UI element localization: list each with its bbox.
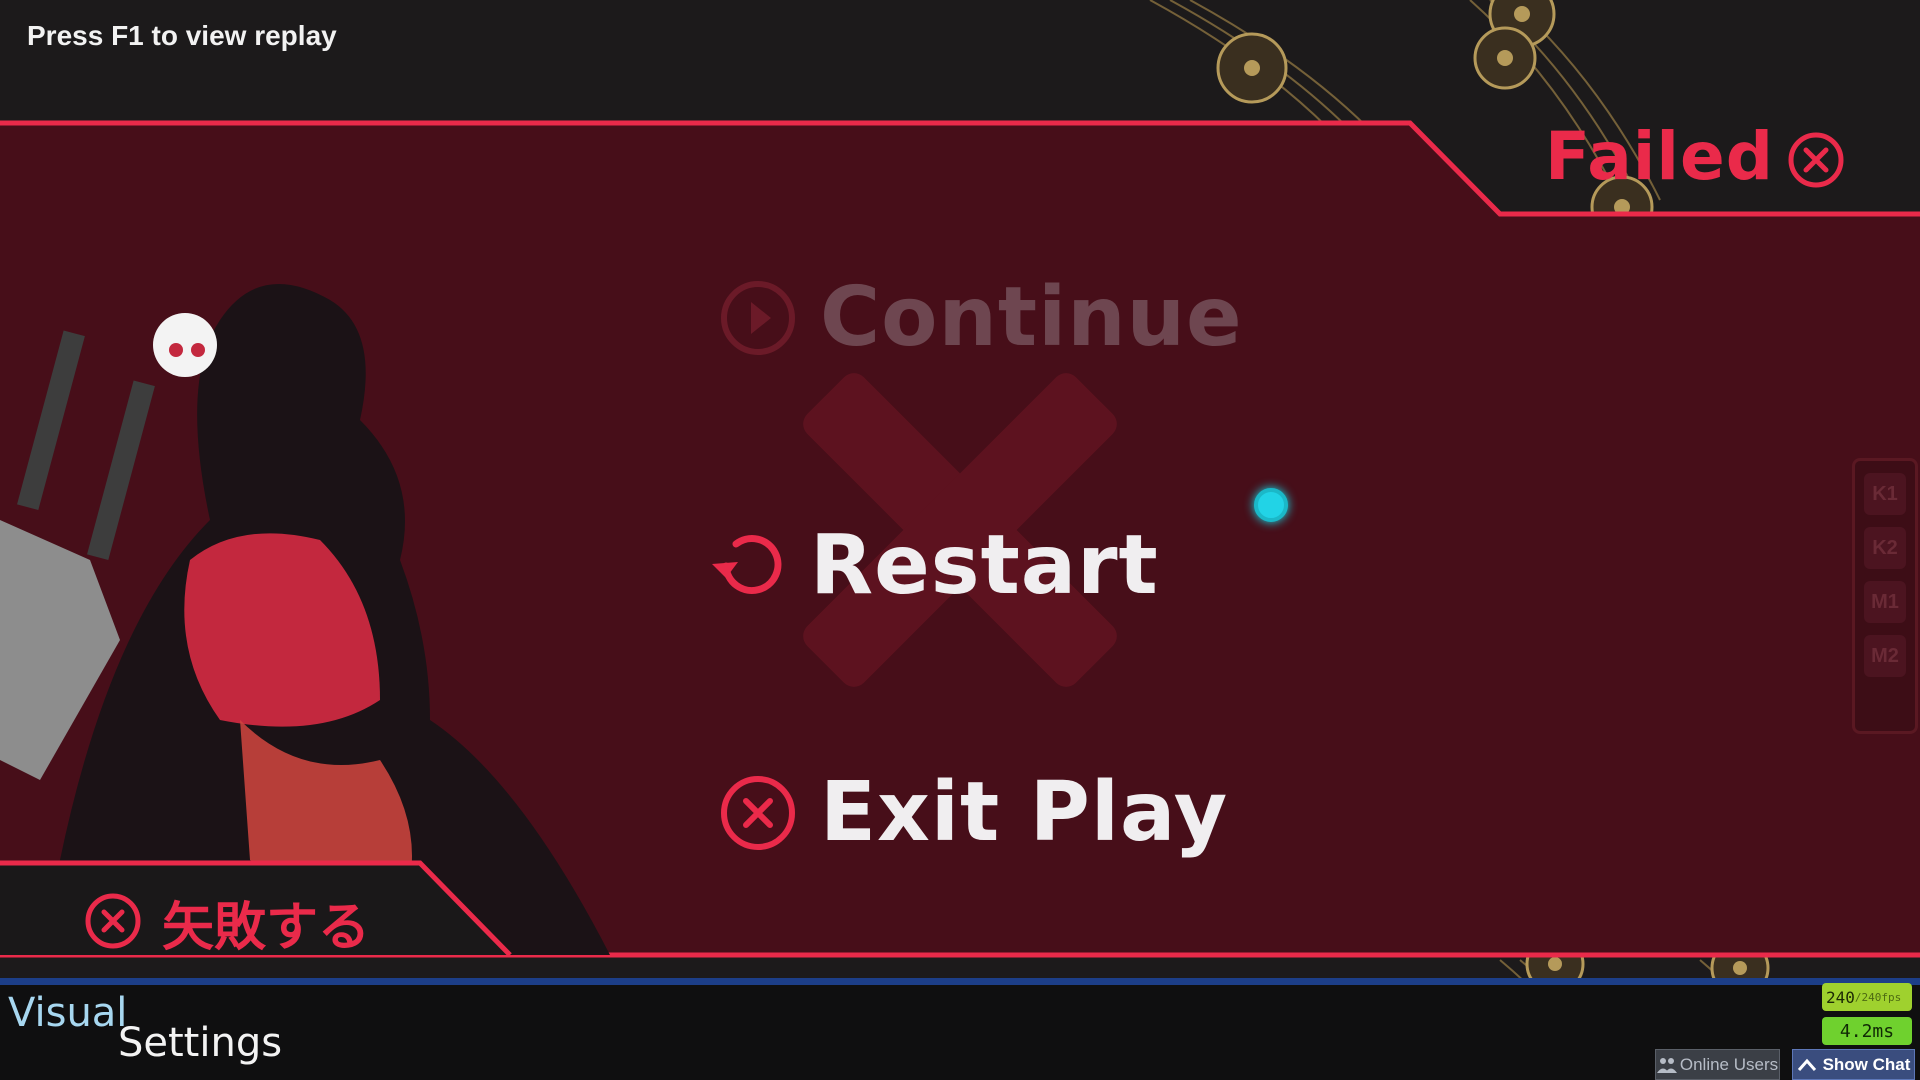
key-m2: M2 [1864, 635, 1906, 677]
show-chat-button[interactable]: Show Chat [1792, 1049, 1915, 1080]
restart-arrow-icon [712, 534, 782, 594]
restart-button[interactable]: Restart [708, 518, 1159, 613]
replay-hint-text: Press F1 to view replay [27, 20, 337, 51]
restart-label: Restart [810, 518, 1159, 613]
fail-japanese-text: 矢敗する [162, 898, 371, 958]
failed-x-circle-icon [1788, 132, 1844, 188]
fail-x-circle-icon [85, 893, 141, 949]
show-chat-label: Show Chat [1822, 1054, 1911, 1074]
exit-play-button[interactable]: Exit Play [718, 765, 1228, 860]
key-overlay: K1 K2 M1 M2 [1852, 458, 1918, 734]
visual-settings-settings-text[interactable]: Settings [118, 1020, 282, 1066]
fps-counter: 240/240fps [1822, 983, 1912, 1011]
users-icon [1656, 1057, 1677, 1073]
fps-max: /240fps [1854, 990, 1902, 1004]
key-k1: K1 [1864, 473, 1906, 515]
online-users-label: Online Users [1679, 1054, 1779, 1074]
visual-settings-visual-text[interactable]: Visual [8, 990, 127, 1036]
game-cursor [1254, 488, 1288, 522]
failed-status-title: Failed [1545, 118, 1775, 195]
exit-x-circle-icon [721, 775, 795, 850]
play-circle-icon [721, 280, 795, 355]
bottom-toolbar [0, 978, 1920, 1080]
fps-value: 240 [1826, 987, 1855, 1007]
bottom-divider [0, 978, 1920, 985]
online-users-button[interactable]: Online Users [1655, 1049, 1780, 1080]
continue-button[interactable]: Continue [718, 270, 1243, 365]
key-m1: M1 [1864, 581, 1906, 623]
chevron-up-icon [1797, 1058, 1816, 1071]
continue-label: Continue [820, 270, 1243, 365]
frametime-counter: 4.2ms [1822, 1017, 1912, 1045]
key-k2: K2 [1864, 527, 1906, 569]
exit-play-label: Exit Play [820, 765, 1229, 860]
